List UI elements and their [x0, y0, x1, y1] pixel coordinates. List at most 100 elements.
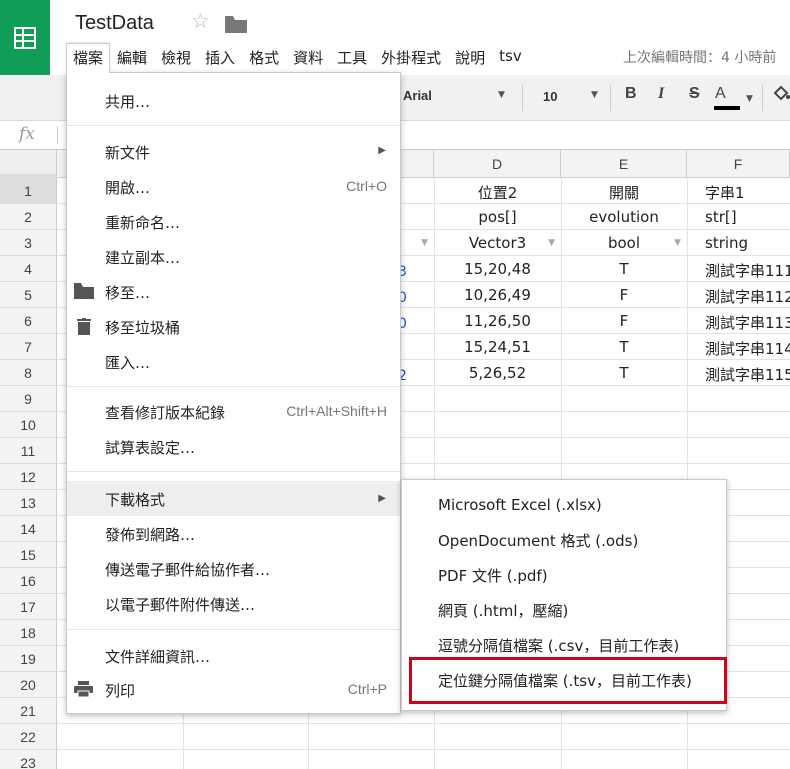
column-header-f[interactable]: F	[687, 150, 790, 178]
download-pdf[interactable]: PDF 文件 (.pdf)	[402, 557, 726, 591]
row-header[interactable]: 20	[0, 672, 57, 698]
font-family-caret-icon[interactable]: ▼	[498, 90, 505, 100]
download-csv[interactable]: 逗號分隔值檔案 (.csv，目前工作表)	[402, 627, 726, 661]
download-xlsx[interactable]: Microsoft Excel (.xlsx)	[402, 488, 726, 522]
fill-color-icon[interactable]	[772, 84, 790, 108]
row-header[interactable]: 11	[0, 438, 57, 464]
cell[interactable]: 測試字串111	[687, 260, 790, 280]
cell[interactable]: F	[561, 312, 687, 332]
italic-button[interactable]: I	[658, 85, 664, 103]
row-header[interactable]: 13	[0, 490, 57, 516]
cell[interactable]: 測試字串115	[687, 364, 790, 384]
row-header[interactable]: 23	[0, 750, 57, 769]
row-header[interactable]: 10	[0, 412, 57, 438]
menu-item-email-attachment[interactable]: 以電子郵件附件傳送…	[67, 587, 400, 620]
cell[interactable]: T	[561, 364, 687, 384]
validation-dropdown-icon[interactable]: ▼	[674, 238, 681, 248]
menu-item-revision-history[interactable]: 查看修訂版本紀錄 Ctrl+Alt+Shift+H	[67, 395, 400, 428]
cell[interactable]: F	[561, 286, 687, 306]
cell[interactable]: 測試字串113	[687, 312, 790, 332]
cell[interactable]: str[]	[687, 208, 790, 228]
row-header[interactable]: 5	[0, 282, 57, 308]
menu-file[interactable]: 檔案	[66, 43, 111, 73]
menu-edit[interactable]: 編輯	[110, 43, 154, 71]
download-html[interactable]: 網頁 (.html，壓縮)	[402, 592, 726, 626]
row-header[interactable]: 21	[0, 698, 57, 724]
menu-help[interactable]: 說明	[448, 43, 492, 71]
menu-tsv[interactable]: tsv	[492, 43, 529, 71]
last-edit-status[interactable]: 上次編輯時間：4 小時前	[623, 47, 776, 67]
cell[interactable]: 15,20,48	[434, 260, 561, 280]
row-header[interactable]: 1	[0, 178, 57, 204]
cell[interactable]: 字串1	[687, 182, 790, 202]
menu-item-spreadsheet-settings[interactable]: 試算表設定…	[67, 430, 400, 463]
cell[interactable]: 測試字串114	[687, 338, 790, 358]
menu-item-trash[interactable]: 移至垃圾桶	[67, 310, 400, 343]
strikethrough-button[interactable]: S	[689, 85, 700, 103]
menu-item-open[interactable]: 開啟… Ctrl+O	[67, 170, 400, 203]
row-header[interactable]: 2	[0, 204, 57, 230]
download-ods[interactable]: OpenDocument 格式 (.ods)	[402, 522, 726, 556]
cell[interactable]: 測試字串112	[687, 286, 790, 306]
menu-item-download-as[interactable]: 下載格式 ▶	[67, 481, 400, 516]
menu-item-rename[interactable]: 重新命名…	[67, 205, 400, 238]
menu-item-print[interactable]: 列印 Ctrl+P	[67, 673, 400, 706]
row-header[interactable]: 12	[0, 464, 57, 490]
cell[interactable]: 位置2	[434, 182, 561, 202]
font-family-select[interactable]: Arial	[403, 88, 432, 103]
row-header[interactable]: 18	[0, 620, 57, 646]
row-header[interactable]: 8	[0, 360, 57, 386]
menu-insert[interactable]: 插入	[198, 43, 242, 71]
row-header[interactable]: 19	[0, 646, 57, 672]
menu-view[interactable]: 檢視	[154, 43, 198, 71]
row-header[interactable]: 15	[0, 542, 57, 568]
row-header[interactable]: 16	[0, 568, 57, 594]
column-header-d[interactable]: D	[434, 150, 561, 178]
document-title[interactable]: TestData	[75, 12, 154, 35]
sheets-logo-icon[interactable]	[0, 0, 50, 75]
menu-tools[interactable]: 工具	[330, 43, 374, 71]
cell[interactable]: T	[561, 260, 687, 280]
cell[interactable]: T	[561, 338, 687, 358]
row-header[interactable]: 7	[0, 334, 57, 360]
row-header[interactable]: 17	[0, 594, 57, 620]
validation-dropdown-icon[interactable]: ▼	[548, 238, 555, 248]
menu-item-make-copy[interactable]: 建立副本…	[67, 240, 400, 273]
cell[interactable]: string	[687, 234, 790, 254]
font-size-caret-icon[interactable]: ▼	[591, 90, 598, 100]
folder-icon[interactable]	[225, 16, 247, 37]
row-header[interactable]: 22	[0, 724, 57, 750]
bold-button[interactable]: B	[625, 85, 637, 103]
row-header[interactable]: 6	[0, 308, 57, 334]
row-header[interactable]: 4	[0, 256, 57, 282]
row-header[interactable]: 14	[0, 516, 57, 542]
menu-item-move-to[interactable]: 移至…	[67, 275, 400, 308]
menu-item-share[interactable]: 共用…	[67, 84, 400, 117]
star-icon[interactable]: ☆	[191, 11, 210, 32]
menu-addons[interactable]: 外掛程式	[374, 43, 448, 71]
cell[interactable]: 15,24,51	[434, 338, 561, 358]
menu-item-email-collaborators[interactable]: 傳送電子郵件給協作者…	[67, 552, 400, 585]
menu-item-new[interactable]: 新文件 ▶	[67, 135, 400, 168]
text-color-button[interactable]: A	[715, 85, 726, 103]
select-all-corner[interactable]	[0, 150, 57, 178]
validation-dropdown-icon[interactable]: ▼	[408, 234, 434, 254]
cell[interactable]: 5,26,52	[434, 364, 561, 384]
cell[interactable]: 開關	[561, 182, 687, 202]
menu-item-document-details[interactable]: 文件詳細資訊…	[67, 639, 400, 672]
menu-data[interactable]: 資料	[286, 43, 330, 71]
cell[interactable]: bool ▼	[561, 234, 687, 254]
cell[interactable]: Vector3 ▼	[434, 234, 561, 254]
menu-item-publish-web[interactable]: 發佈到網路…	[67, 517, 400, 550]
menu-item-import[interactable]: 匯入…	[67, 345, 400, 378]
cell[interactable]: pos[]	[434, 208, 561, 228]
column-header-e[interactable]: E	[561, 150, 687, 178]
row-header[interactable]: 9	[0, 386, 57, 412]
download-tsv[interactable]: 定位鍵分隔值檔案 (.tsv，目前工作表)	[402, 662, 726, 696]
cell[interactable]: evolution	[561, 208, 687, 228]
font-size-select[interactable]: 10	[543, 89, 557, 104]
cell[interactable]: 10,26,49	[434, 286, 561, 306]
row-header[interactable]: 3	[0, 230, 57, 256]
menu-format[interactable]: 格式	[242, 43, 286, 71]
cell[interactable]: 11,26,50	[434, 312, 561, 332]
